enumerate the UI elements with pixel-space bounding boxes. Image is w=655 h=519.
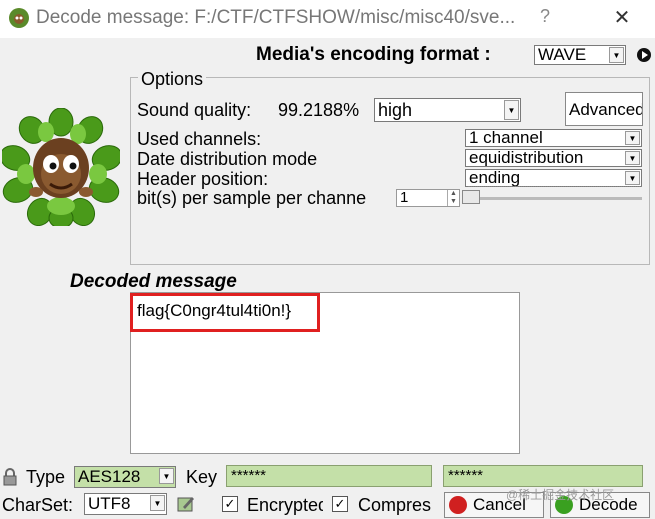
chevron-down-icon: ▼	[504, 100, 519, 120]
slider-ticks	[468, 186, 642, 190]
bits-slider-thumb[interactable]	[462, 190, 480, 204]
charset-value: UTF8	[88, 494, 131, 513]
compressed-checkbox[interactable]: ✓	[332, 496, 348, 512]
highlight-annotation	[130, 293, 320, 332]
title-bar: Decode message: F:/CTF/CTFSHOW/misc/misc…	[0, 0, 655, 38]
chevron-down-icon: ▼	[625, 131, 640, 145]
distribution-mode-select[interactable]: equidistribution ▼	[465, 149, 642, 167]
bits-per-sample-spinner[interactable]: 1 ▲ ▼	[396, 189, 460, 207]
play-icon[interactable]	[637, 48, 651, 62]
sound-quality-value: 99.2188%	[278, 100, 360, 120]
decoded-message-title: Decoded message	[70, 271, 237, 292]
sound-quality-label: Sound quality:	[137, 100, 252, 120]
window-title: Decode message: F:/CTF/CTFSHOW/misc/misc…	[36, 7, 516, 28]
sound-quality-select-value: high	[378, 100, 413, 120]
key-confirm-input[interactable]: ******	[443, 465, 643, 487]
chevron-down-icon: ▼	[609, 47, 624, 63]
encoding-format-select[interactable]: WAVE ▼	[534, 45, 626, 65]
chevron-down-icon: ▼	[625, 151, 640, 165]
edit-icon[interactable]	[177, 495, 195, 513]
encoding-format-label: Media's encoding format :	[256, 44, 491, 65]
advanced-button[interactable]: Advanced	[565, 92, 643, 126]
key-input[interactable]: ******	[226, 465, 432, 487]
mascot-logo	[2, 108, 120, 226]
distribution-mode-label: Date distribution mode	[137, 149, 318, 169]
header-position-label: Header position:	[137, 169, 269, 189]
type-value: AES128	[78, 467, 141, 486]
spinner-arrows-icon[interactable]: ▲ ▼	[447, 190, 459, 206]
bits-slider-track[interactable]	[468, 197, 642, 200]
lock-icon	[3, 468, 17, 486]
header-position-select[interactable]: ending ▼	[465, 169, 642, 187]
encoding-format-value: WAVE	[538, 45, 587, 64]
header-position-value: ending	[469, 169, 521, 187]
used-channels-value: 1 channel	[469, 129, 543, 147]
chevron-down-icon: ▼	[625, 171, 640, 185]
bits-per-sample-value: 1	[400, 189, 409, 206]
used-channels-select[interactable]: 1 channel ▼	[465, 129, 642, 147]
chevron-down-icon: ▼	[150, 495, 165, 511]
charset-select[interactable]: UTF8 ▼	[84, 493, 167, 515]
distribution-mode-value: equidistribution	[469, 149, 584, 167]
watermark-text: @稀土掘金技术社区	[506, 488, 615, 502]
cancel-icon	[449, 496, 467, 514]
encrypted-checkbox[interactable]: ✓	[222, 496, 238, 512]
encrypted-label: Encrypted	[247, 495, 323, 515]
charset-label: CharSet:	[2, 495, 74, 515]
compressed-label: Compres	[358, 495, 432, 515]
help-button[interactable]: ?	[540, 6, 550, 27]
sound-quality-select[interactable]: high ▼	[374, 98, 521, 122]
options-legend: Options	[138, 69, 207, 90]
type-select[interactable]: AES128 ▼	[74, 466, 176, 488]
close-button[interactable]: ✕	[606, 4, 638, 32]
used-channels-label: Used channels:	[137, 129, 262, 149]
bits-per-sample-label: bit(s) per sample per channe	[137, 188, 367, 208]
type-label: Type	[26, 467, 66, 487]
app-icon	[9, 8, 29, 28]
key-label: Key	[186, 467, 218, 487]
chevron-down-icon: ▼	[159, 468, 174, 484]
